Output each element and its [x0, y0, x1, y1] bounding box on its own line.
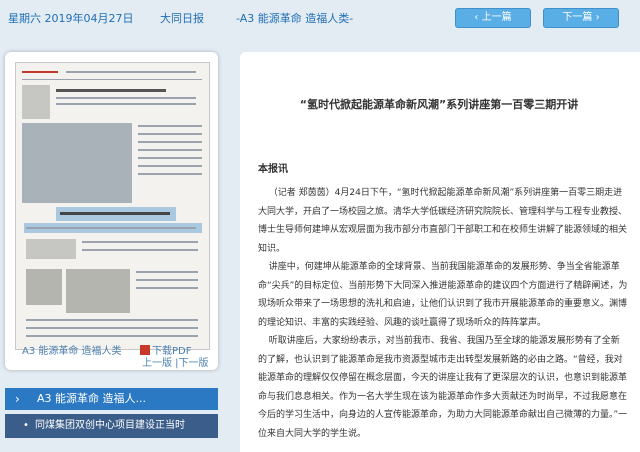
page-title: -A3 能源革命 造福人类- [236, 12, 354, 25]
issue-date: 星期六 2019年04月27日 [8, 12, 134, 25]
section-header[interactable]: › A3 能源革命 造福人... [5, 388, 218, 410]
article-byline: 本报讯 [258, 164, 288, 175]
top-bar: 星期六 2019年04月27日 大同日报 -A3 能源革命 造福人类- ‹ 上一… [0, 0, 640, 34]
article-title: “氢时代掀起能源革命新风潮”系列讲座第一百零三期开讲 [299, 98, 579, 111]
newspaper-page-thumbnail[interactable] [15, 62, 210, 350]
chevron-right-icon: › [15, 392, 20, 406]
page-nav-links[interactable]: 上一版 |下一版 [142, 354, 209, 369]
article-panel: “氢时代掀起能源革命新风潮”系列讲座第一百零三期开讲 本报讯 （记者 郑茵茵）4… [240, 52, 640, 452]
chevron-left-icon: ‹ [474, 12, 482, 23]
article-paragraph: （记者 郑茵茵）4月24日下午，“氢时代掀起能源革命新风潮”系列讲座第一百零三期… [258, 188, 628, 254]
page-preview-panel [5, 52, 218, 370]
page-label[interactable]: A3 能源革命 造福人类 [22, 342, 122, 357]
article-paragraph: 听取讲座后，大家纷纷表示，对当前我市、我省、我国乃至全球的能源发展形势有了全新的… [258, 336, 628, 439]
article-list-item[interactable]: • 同煤集团双创中心项目建设正当时 [5, 414, 218, 438]
next-article-button[interactable]: 下一篇 › [543, 8, 619, 28]
prev-article-button[interactable]: ‹ 上一篇 [455, 8, 531, 28]
chevron-right-icon: › [592, 12, 600, 23]
article-body: （记者 郑茵茵）4月24日下午，“氢时代掀起能源革命新风潮”系列讲座第一百零三期… [258, 184, 628, 443]
bullet-icon: • [23, 420, 29, 431]
article-paragraph: 讲座中，何建坤从能源革命的全球背景、当前我国能源革命的发展形势、争当全省能源革命… [258, 262, 628, 328]
newspaper-name: 大同日报 [160, 12, 204, 25]
